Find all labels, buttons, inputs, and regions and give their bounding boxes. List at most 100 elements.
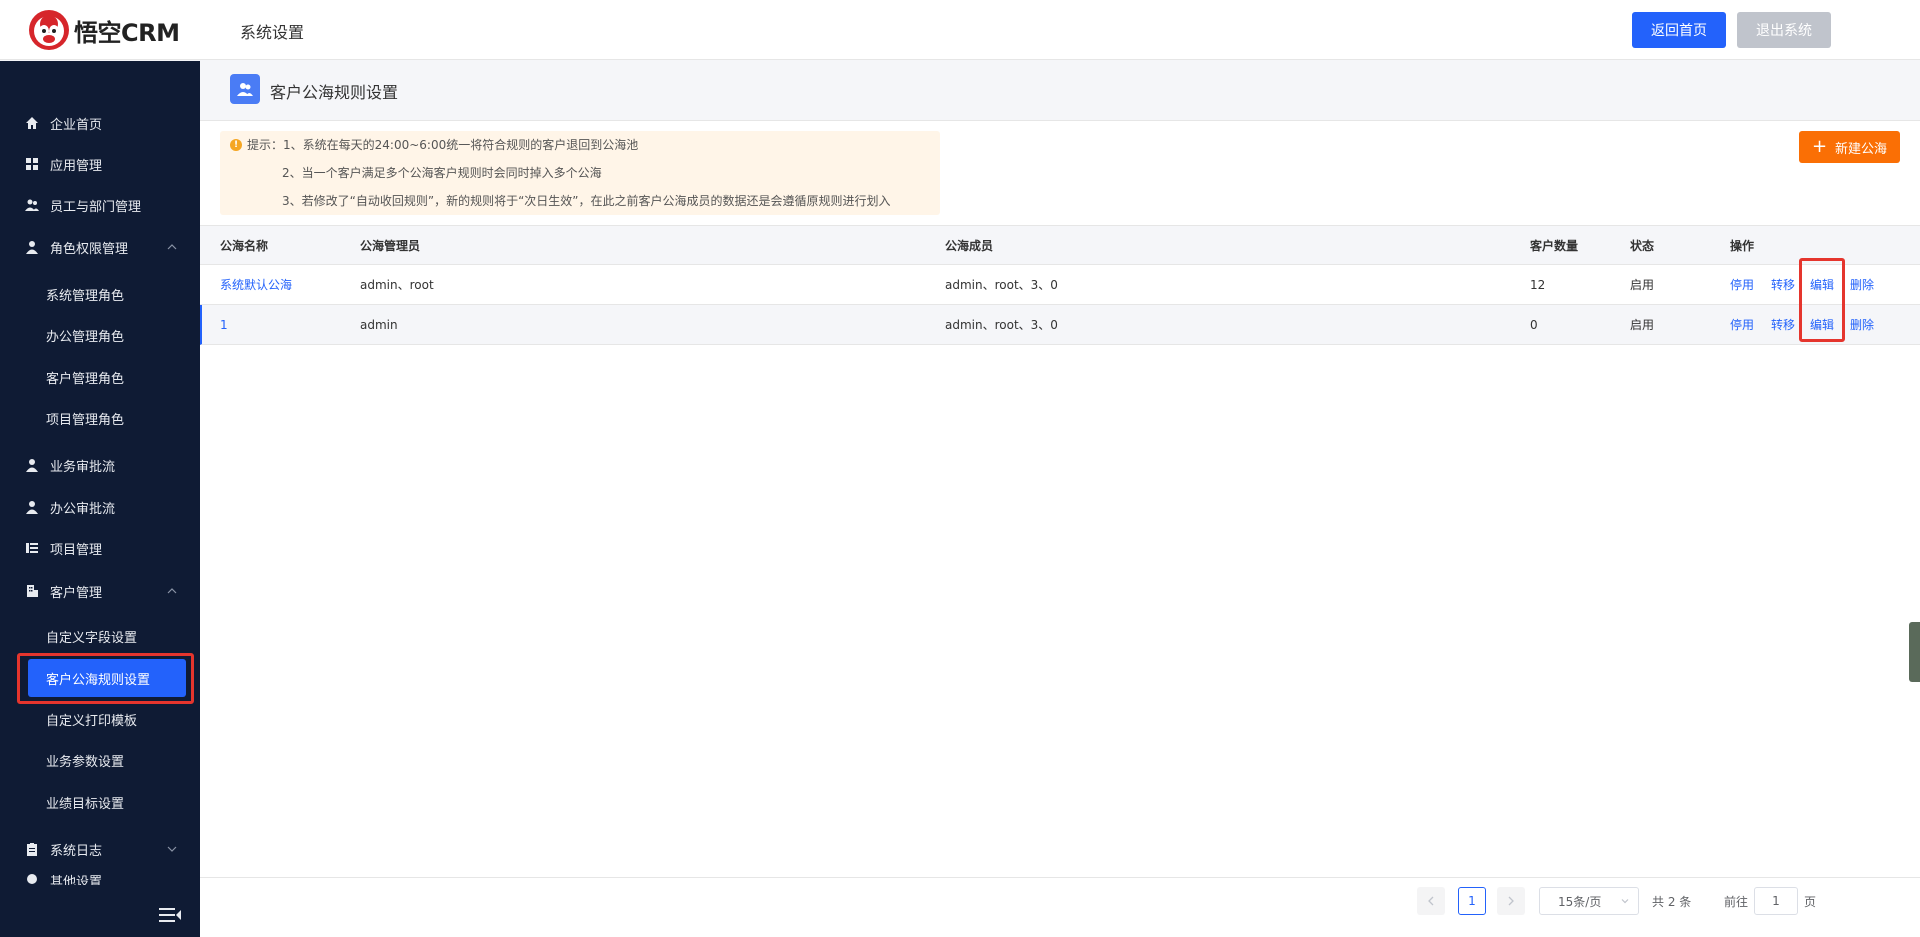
pool-status: 启用 bbox=[1630, 318, 1655, 332]
tip-box: ! 提示：1、系统在每天的24:00~6:00统一将符合规则的客户退回到公海池 … bbox=[220, 131, 940, 215]
page-number-button[interactable]: 1 bbox=[1458, 887, 1486, 915]
sidebar-sub-system-role[interactable]: 系统管理角色 bbox=[0, 275, 200, 313]
customers-icon bbox=[230, 74, 260, 104]
sidebar-sub-pool-rules[interactable]: 客户公海规则设置 bbox=[28, 659, 186, 697]
main-area: 客户公海规则设置 ! 提示：1、系统在每天的24:00~6:00统一将符合规则的… bbox=[200, 61, 1920, 937]
sidebar-item-biz-approval[interactable]: 业务审批流 bbox=[0, 445, 200, 485]
collapse-menu-icon[interactable] bbox=[158, 905, 182, 925]
home-icon bbox=[24, 115, 40, 131]
sidebar-item-other[interactable]: 其他设置 bbox=[0, 871, 200, 885]
page-size-select[interactable]: 15条/页 bbox=[1539, 887, 1639, 915]
sidebar-item-label: 项目管理 bbox=[50, 542, 103, 558]
sidebar-item-projects[interactable]: 项目管理 bbox=[0, 528, 200, 568]
user-icon bbox=[24, 457, 40, 473]
side-widget-handle[interactable] bbox=[1909, 622, 1920, 682]
sidebar-sub-custom-fields[interactable]: 自定义字段设置 bbox=[0, 617, 200, 655]
page-header: 客户公海规则设置 bbox=[200, 61, 1920, 121]
goto-label: 前往 bbox=[1724, 895, 1749, 909]
sidebar-item-label: 系统日志 bbox=[50, 843, 103, 859]
sidebar-item-home[interactable]: 企业首页 bbox=[0, 103, 200, 143]
sidebar-item-label: 其他设置 bbox=[50, 875, 103, 885]
disable-button[interactable]: 停用 bbox=[1730, 265, 1754, 304]
edit-button[interactable]: 编辑 bbox=[1810, 265, 1834, 304]
sidebar-item-label: 角色权限管理 bbox=[50, 241, 129, 257]
sidebar-item-label: 客户管理 bbox=[50, 585, 103, 601]
pool-name-link[interactable]: 系统默认公海 bbox=[220, 265, 292, 304]
table-header: 公海名称 公海管理员 公海成员 客户数量 状态 操作 bbox=[200, 225, 1920, 265]
sidebar-sub-customer-role[interactable]: 客户管理角色 bbox=[0, 358, 200, 396]
sidebar-item-label: 应用管理 bbox=[50, 158, 103, 174]
sidebar-sub-targets[interactable]: 业绩目标设置 bbox=[0, 783, 200, 821]
chevron-up-icon bbox=[167, 244, 177, 250]
chevron-down-icon bbox=[1621, 899, 1629, 904]
prev-page-button[interactable] bbox=[1417, 887, 1445, 915]
page-unit-label: 页 bbox=[1804, 895, 1817, 909]
chevron-down-icon bbox=[167, 846, 177, 852]
monkey-logo-icon bbox=[29, 10, 69, 50]
chevron-up-icon bbox=[167, 588, 177, 594]
pool-admins: admin bbox=[360, 317, 398, 332]
sidebar-sub-project-role[interactable]: 项目管理角色 bbox=[0, 399, 200, 437]
col-count: 客户数量 bbox=[1530, 238, 1579, 253]
sidebar-item-label: 业务审批流 bbox=[50, 459, 116, 475]
delete-button[interactable]: 删除 bbox=[1850, 305, 1874, 344]
user-icon bbox=[24, 239, 40, 255]
sidebar-item-apps[interactable]: 应用管理 bbox=[0, 144, 200, 184]
clipboard-icon bbox=[24, 841, 40, 857]
sidebar-item-label: 企业首页 bbox=[50, 117, 103, 133]
transfer-button[interactable]: 转移 bbox=[1771, 265, 1795, 304]
goto-page-input[interactable]: 1 bbox=[1754, 887, 1798, 915]
table-row[interactable]: 系统默认公海 admin、root admin、root、3、0 12 启用 停… bbox=[200, 265, 1920, 305]
pool-status: 启用 bbox=[1630, 278, 1655, 292]
sidebar: 企业首页 应用管理 员工与部门管理 角色权限管理 系统管理角色 办公管理角色 客… bbox=[0, 61, 200, 937]
chevron-right-icon bbox=[1508, 896, 1514, 906]
col-status: 状态 bbox=[1630, 238, 1655, 253]
page-size-value: 15条/页 bbox=[1558, 894, 1602, 909]
sidebar-item-roles[interactable]: 角色权限管理 bbox=[0, 227, 200, 267]
col-members: 公海成员 bbox=[945, 238, 994, 253]
building-icon bbox=[24, 583, 40, 599]
sidebar-sub-print-template[interactable]: 自定义打印模板 bbox=[0, 700, 200, 738]
table-row[interactable]: 1 admin admin、root、3、0 0 启用 停用 转移 编辑 删除 bbox=[200, 305, 1920, 345]
grid-icon bbox=[24, 156, 40, 172]
sidebar-item-customers[interactable]: 客户管理 bbox=[0, 571, 200, 611]
pool-admins: admin、root bbox=[360, 278, 434, 292]
pool-count: 0 bbox=[1530, 317, 1538, 332]
users-icon bbox=[24, 197, 40, 213]
disable-button[interactable]: 停用 bbox=[1730, 305, 1754, 344]
sidebar-item-staff[interactable]: 员工与部门管理 bbox=[0, 185, 200, 225]
pool-members: admin、root、3、0 bbox=[945, 318, 1058, 332]
sidebar-item-office-approval[interactable]: 办公审批流 bbox=[0, 487, 200, 527]
pool-name-link[interactable]: 1 bbox=[220, 305, 228, 344]
col-name: 公海名称 bbox=[220, 238, 269, 253]
col-admins: 公海管理员 bbox=[360, 238, 421, 253]
pagination: 1 15条/页 共 2 条 前往 1 页 bbox=[200, 877, 1920, 923]
header-title: 系统设置 bbox=[240, 23, 305, 42]
user-icon bbox=[24, 499, 40, 515]
pool-members: admin、root、3、0 bbox=[945, 278, 1058, 292]
sidebar-item-label: 员工与部门管理 bbox=[50, 199, 142, 215]
page-title: 客户公海规则设置 bbox=[270, 83, 399, 102]
new-pool-button[interactable]: + 新建公海 bbox=[1799, 131, 1900, 163]
plus-icon: + bbox=[1811, 136, 1828, 157]
app-logo[interactable]: 悟空CRM bbox=[28, 9, 180, 51]
tip-line-1: 提示：1、系统在每天的24:00~6:00统一将符合规则的客户退回到公海池 bbox=[247, 138, 639, 152]
home-button[interactable]: 返回首页 bbox=[1632, 12, 1726, 48]
sidebar-sub-office-role[interactable]: 办公管理角色 bbox=[0, 316, 200, 354]
edit-button[interactable]: 编辑 bbox=[1810, 305, 1834, 344]
sidebar-item-logs[interactable]: 系统日志 bbox=[0, 829, 200, 869]
logo-text: 悟空CRM bbox=[74, 18, 180, 47]
new-pool-label: 新建公海 bbox=[1835, 141, 1888, 157]
transfer-button[interactable]: 转移 bbox=[1771, 305, 1795, 344]
logout-button[interactable]: 退出系统 bbox=[1737, 12, 1831, 48]
delete-button[interactable]: 删除 bbox=[1850, 265, 1874, 304]
list-icon bbox=[24, 540, 40, 556]
next-page-button[interactable] bbox=[1497, 887, 1525, 915]
pool-count: 12 bbox=[1530, 277, 1546, 292]
col-actions: 操作 bbox=[1730, 238, 1755, 253]
sidebar-sub-biz-params[interactable]: 业务参数设置 bbox=[0, 741, 200, 779]
top-header: 悟空CRM 系统设置 返回首页 退出系统 bbox=[0, 0, 1920, 60]
sidebar-item-label: 办公审批流 bbox=[50, 501, 116, 517]
settings-icon bbox=[24, 871, 40, 885]
warning-icon: ! bbox=[230, 139, 242, 151]
